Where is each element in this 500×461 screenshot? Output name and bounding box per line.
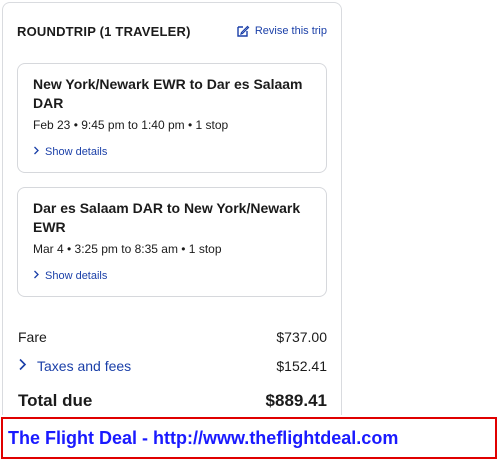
taxes-row: Taxes and fees $152.41 xyxy=(18,355,327,377)
total-value: $889.41 xyxy=(265,391,327,410)
banner-text: The Flight Deal - http://www.theflightde… xyxy=(8,427,399,448)
edit-icon xyxy=(236,24,250,38)
taxes-and-fees-toggle[interactable]: Taxes and fees xyxy=(18,358,131,374)
segment-times: Feb 23 • 9:45 pm to 1:40 pm • 1 stop xyxy=(33,118,229,132)
taxes-label: Taxes and fees xyxy=(37,358,132,374)
total-row: Total due $889.41 xyxy=(18,388,327,414)
fare-row: Fare $737.00 xyxy=(18,327,327,347)
revise-trip-label: Revise this trip xyxy=(254,25,327,37)
show-details-label: Show details xyxy=(45,270,108,282)
page: ROUNDTRIP (1 TRAVELER) Revise this trip … xyxy=(0,0,500,461)
trip-type-label: ROUNDTRIP (1 TRAVELER) xyxy=(17,23,191,39)
segment-route: New York/Newark EWR to Dar es Salaam DAR xyxy=(33,76,303,111)
fare-label: Fare xyxy=(18,329,47,345)
trip-summary-card: ROUNDTRIP (1 TRAVELER) Revise this trip … xyxy=(2,2,342,415)
taxes-value: $152.41 xyxy=(276,358,327,374)
show-details-label: Show details xyxy=(45,146,108,158)
flight-segment-return: Dar es Salaam DAR to New York/Newark EWR… xyxy=(17,187,327,297)
chevron-right-icon xyxy=(33,146,40,158)
revise-trip-link[interactable]: Revise this trip xyxy=(236,24,327,38)
chevron-right-icon xyxy=(33,270,40,282)
flight-segment-outbound: New York/Newark EWR to Dar es Salaam DAR… xyxy=(17,63,327,173)
segment-times: Mar 4 • 3:25 pm to 8:35 am • 1 stop xyxy=(33,242,222,256)
segment-route: Dar es Salaam DAR to New York/Newark EWR xyxy=(33,200,301,235)
card-header: ROUNDTRIP (1 TRAVELER) Revise this trip xyxy=(17,20,327,42)
total-label: Total due xyxy=(18,391,93,410)
show-details-button[interactable]: Show details xyxy=(33,146,107,158)
fare-value: $737.00 xyxy=(276,329,327,345)
site-banner: The Flight Deal - http://www.theflightde… xyxy=(1,417,497,459)
chevron-right-icon xyxy=(18,358,27,374)
show-details-button[interactable]: Show details xyxy=(33,270,107,282)
